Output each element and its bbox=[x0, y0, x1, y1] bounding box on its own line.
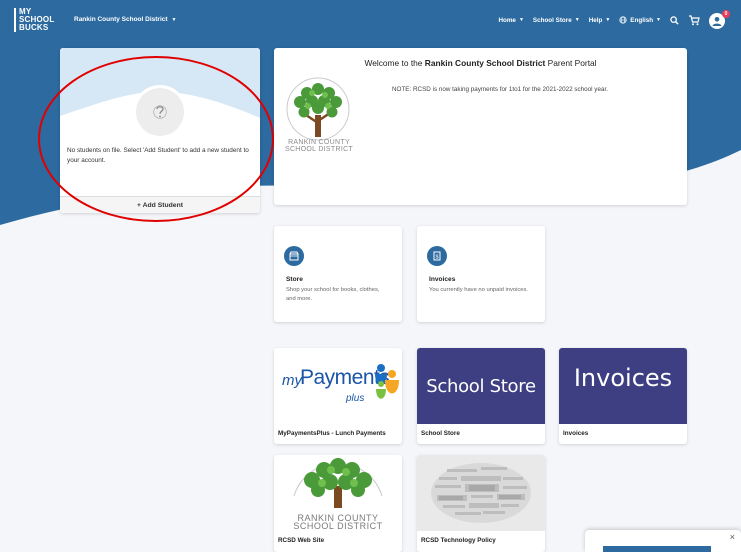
rcsd-logo-image: RANKIN COUNTY SCHOOL DISTRICT bbox=[274, 455, 402, 531]
no-students-message: No students on file. Select 'Add Student… bbox=[67, 147, 249, 164]
store-card[interactable]: Store Shop your school for books, clothe… bbox=[274, 226, 402, 322]
nav-home[interactable]: Home ▼ bbox=[498, 17, 523, 24]
globe-icon bbox=[619, 16, 627, 24]
mypaymentsplus-logo: my Payments plus bbox=[274, 348, 402, 424]
nav-language[interactable]: English ▼ bbox=[619, 16, 661, 24]
tile-invoices[interactable]: Invoices Invoices bbox=[559, 348, 687, 444]
notification-badge: 0 bbox=[722, 10, 730, 18]
chevron-down-icon: ▼ bbox=[656, 17, 661, 23]
invoices-banner-text: Invoices bbox=[573, 364, 673, 392]
top-navigation: MY SCHOOL BUCKS Rankin County School Dis… bbox=[0, 0, 741, 40]
tile-rcsd-technology-policy-label: RCSD Technology Policy bbox=[421, 537, 496, 544]
invoices-title: Invoices bbox=[429, 276, 456, 283]
school-store-banner: School Store bbox=[417, 348, 545, 424]
welcome-note: NOTE: RCSD is now taking payments for 1t… bbox=[392, 86, 608, 93]
myschoolbucks-logo[interactable]: MY SCHOOL BUCKS bbox=[14, 8, 54, 32]
store-description: Shop your school for books, clothes, and… bbox=[286, 287, 380, 302]
invoices-card[interactable]: $ Invoices You currently have no unpaid … bbox=[417, 226, 545, 322]
student-card: No students on file. Select 'Add Student… bbox=[60, 48, 260, 213]
close-icon[interactable]: × bbox=[730, 532, 735, 542]
tile-school-store[interactable]: School Store School Store bbox=[417, 348, 545, 444]
cart-icon[interactable] bbox=[688, 14, 700, 26]
store-title: Store bbox=[286, 276, 303, 283]
school-store-banner-text: School Store bbox=[426, 375, 536, 397]
welcome-district: Rankin County School District bbox=[424, 58, 546, 68]
mpp-people-icon bbox=[375, 364, 399, 399]
nav-school-store[interactable]: School Store ▼ bbox=[533, 17, 580, 24]
nav-language-label: English bbox=[630, 16, 654, 24]
district-name: Rankin County School District bbox=[74, 16, 168, 23]
district-selector[interactable]: Rankin County School District ▼ bbox=[74, 16, 177, 23]
tile-rcsd-web-site-label: RCSD Web Site bbox=[278, 537, 325, 544]
tile-invoices-label: Invoices bbox=[563, 430, 589, 437]
invoice-icon: $ bbox=[427, 246, 447, 266]
nav-help-label: Help bbox=[588, 16, 603, 24]
logo-line-3: BUCKS bbox=[19, 23, 49, 32]
mpp-my: my bbox=[282, 372, 302, 389]
mpp-plus: plus bbox=[346, 393, 365, 404]
nav-help[interactable]: Help ▼ bbox=[589, 17, 611, 24]
technology-policy-wordcloud bbox=[417, 455, 545, 531]
chevron-down-icon: ▼ bbox=[171, 16, 177, 23]
welcome-suffix: Parent Portal bbox=[545, 58, 597, 68]
invoices-banner: Invoices bbox=[559, 348, 687, 424]
nav-school-store-label: School Store bbox=[532, 16, 572, 24]
logo-text-line-1: RANKIN COUNTY bbox=[288, 139, 350, 146]
chat-header-bar bbox=[603, 546, 711, 552]
district-logo: RANKIN COUNTY SCHOOL DISTRICT bbox=[282, 75, 354, 165]
question-mark-icon bbox=[136, 88, 184, 136]
invoices-description: You currently have no unpaid invoices. bbox=[429, 287, 529, 293]
tile-rcsd-web-site[interactable]: RANKIN COUNTY SCHOOL DISTRICT RCSD Web S… bbox=[274, 455, 402, 552]
logo-text-line-2: SCHOOL DISTRICT bbox=[284, 146, 354, 153]
rcsd-logo-text-2: SCHOOL DISTRICT bbox=[293, 521, 383, 531]
nav-home-label: Home bbox=[498, 16, 516, 24]
tile-rcsd-technology-policy[interactable]: RCSD Technology Policy bbox=[417, 455, 545, 552]
welcome-prefix: Welcome to the bbox=[364, 58, 425, 68]
tile-mypaymentsplus-label: MyPaymentsPlus - Lunch Payments bbox=[278, 430, 386, 437]
add-student-button[interactable]: + Add Student bbox=[60, 196, 260, 213]
chevron-down-icon: ▼ bbox=[518, 17, 524, 23]
svg-text:$: $ bbox=[435, 254, 438, 260]
store-icon bbox=[284, 246, 304, 266]
welcome-card: Welcome to the Rankin County School Dist… bbox=[274, 48, 687, 205]
tile-school-store-label: School Store bbox=[421, 430, 460, 437]
account-menu[interactable]: 0 bbox=[709, 10, 730, 29]
tile-mypaymentsplus[interactable]: my Payments plus MyPaymentsPlus - Lunch … bbox=[274, 348, 402, 444]
chevron-down-icon: ▼ bbox=[574, 17, 580, 23]
chat-widget[interactable]: × bbox=[585, 530, 741, 552]
welcome-title: Welcome to the Rankin County School Dist… bbox=[274, 58, 687, 68]
chevron-down-icon: ▼ bbox=[605, 17, 611, 23]
search-icon[interactable] bbox=[670, 15, 679, 25]
